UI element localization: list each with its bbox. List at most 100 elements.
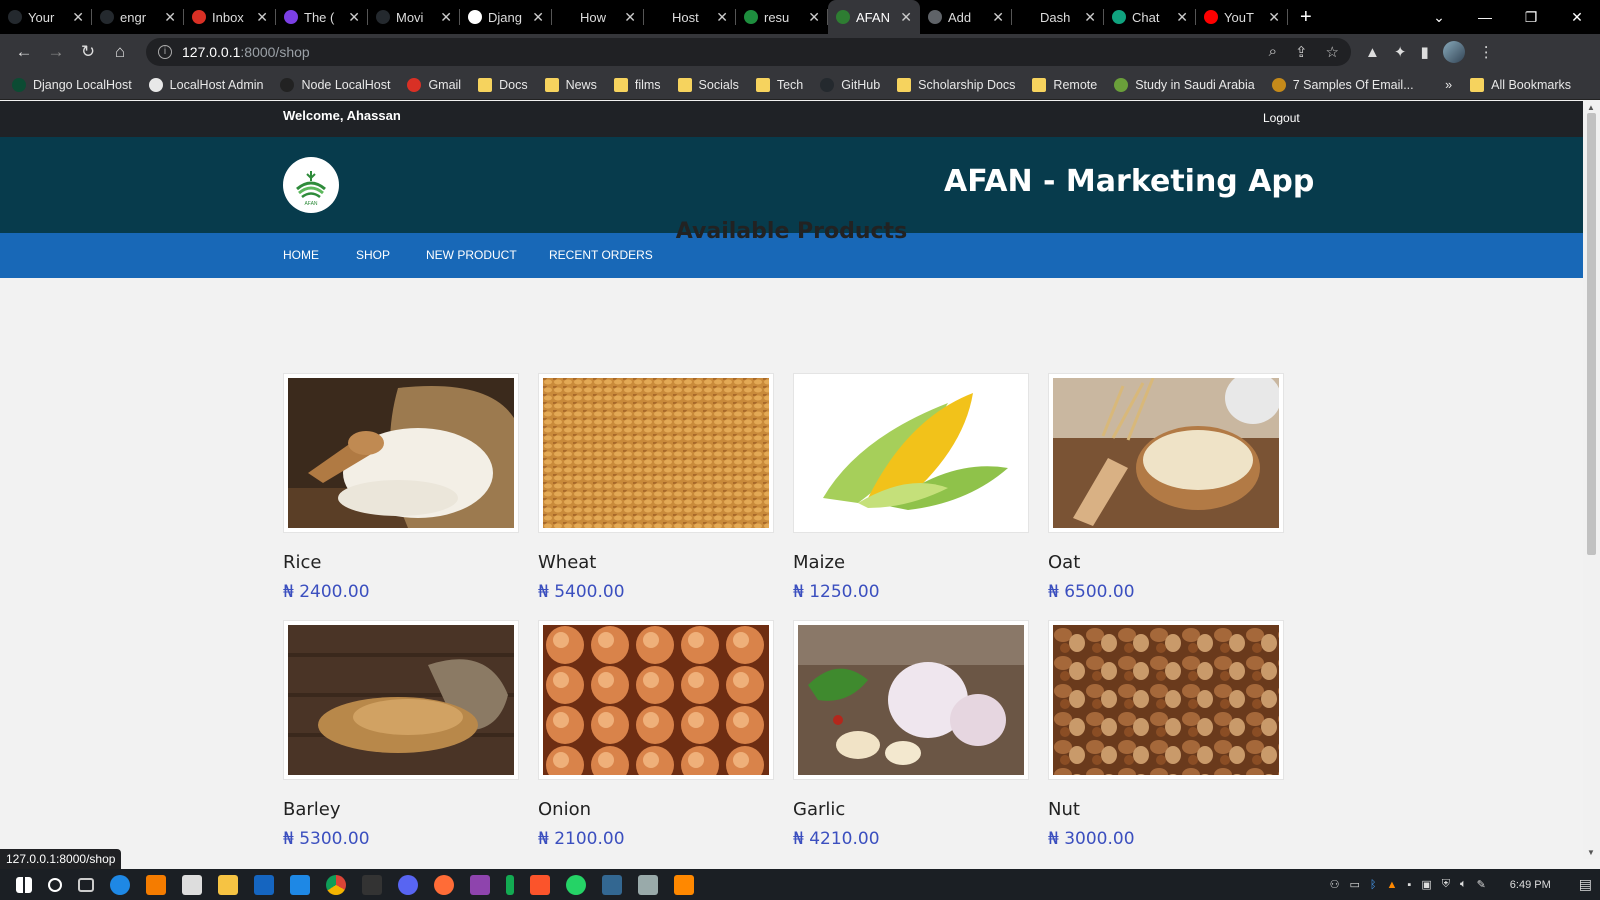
- edge-icon[interactable]: [110, 874, 130, 895]
- vlc-icon[interactable]: [674, 874, 694, 895]
- forward-icon[interactable]: →: [40, 42, 72, 62]
- browser-tab[interactable]: Add ✕: [920, 0, 1012, 34]
- afan-logo[interactable]: AFAN: [283, 157, 339, 213]
- product-card-barley[interactable]: Barley ₦ 5300.00: [283, 620, 519, 849]
- battery-icon[interactable]: ▭: [1350, 878, 1360, 891]
- bookmark-item[interactable]: GitHub: [820, 77, 880, 92]
- postman-icon[interactable]: [434, 874, 454, 895]
- product-image-maize[interactable]: [793, 373, 1029, 533]
- tab-close-icon[interactable]: ✕: [532, 9, 544, 26]
- bookmarks-overflow-icon[interactable]: »: [1445, 78, 1452, 92]
- whatsapp-icon[interactable]: [566, 874, 586, 895]
- product-image-wheat[interactable]: [538, 373, 774, 533]
- windows-start-icon[interactable]: [16, 876, 32, 893]
- close-window-icon[interactable]: ✕: [1554, 9, 1600, 26]
- restore-icon[interactable]: ❐: [1508, 9, 1554, 26]
- nav-shop[interactable]: SHOP: [356, 248, 390, 262]
- product-image-nut[interactable]: [1048, 620, 1284, 780]
- browser-tab[interactable]: Dash ✕: [1012, 0, 1104, 34]
- address-bar[interactable]: i 127.0.0.1:8000/shop ⌕ ⇪ ☆: [146, 38, 1351, 66]
- scroll-up-icon[interactable]: ▲: [1587, 103, 1595, 112]
- product-card-oat[interactable]: Oat ₦ 6500.00: [1048, 373, 1284, 602]
- volume-icon[interactable]: 🔈︎: [1460, 878, 1467, 891]
- bookmark-item[interactable]: Django LocalHost: [12, 77, 132, 92]
- menu-kebab-icon[interactable]: ⋮: [1479, 43, 1494, 61]
- zoom-icon[interactable]: ⌕: [1269, 43, 1277, 61]
- product-image-rice[interactable]: [283, 373, 519, 533]
- bookmark-item[interactable]: News: [544, 77, 597, 92]
- bookmark-item[interactable]: films: [613, 77, 661, 92]
- share-icon[interactable]: ⇪: [1295, 43, 1308, 61]
- clock[interactable]: 6:49 PM: [1510, 879, 1551, 891]
- product-card-nut[interactable]: Nut ₦ 3000.00: [1048, 620, 1284, 849]
- reload-icon[interactable]: ↻: [72, 42, 104, 62]
- logout-link[interactable]: Logout: [1263, 111, 1300, 125]
- product-name[interactable]: Maize: [793, 552, 1029, 573]
- product-name[interactable]: Nut: [1048, 799, 1284, 820]
- product-image-onion[interactable]: [538, 620, 774, 780]
- site-info-icon[interactable]: i: [158, 45, 172, 59]
- product-card-garlic[interactable]: Garlic ₦ 4210.00: [793, 620, 1029, 849]
- tab-close-icon[interactable]: ✕: [716, 9, 728, 26]
- product-name[interactable]: Barley: [283, 799, 519, 820]
- profile-avatar[interactable]: [1442, 41, 1465, 63]
- sublime-icon[interactable]: [146, 874, 166, 895]
- network-icon[interactable]: ▣: [1421, 878, 1431, 891]
- pen-icon[interactable]: ✎: [1477, 878, 1486, 891]
- vscode-icon[interactable]: [290, 874, 310, 895]
- browser-tab[interactable]: Host ✕: [644, 0, 736, 34]
- bookmark-item[interactable]: 7 Samples Of Email...: [1271, 77, 1414, 92]
- postgres-icon[interactable]: [602, 874, 622, 895]
- all-bookmarks[interactable]: All Bookmarks: [1470, 77, 1571, 92]
- bookmark-item[interactable]: Node LocalHost: [280, 77, 390, 92]
- search-icon[interactable]: [48, 877, 62, 892]
- mail-icon[interactable]: [254, 874, 274, 895]
- nav-new-product[interactable]: NEW PRODUCT: [426, 248, 517, 262]
- browser-tab[interactable]: Your ✕: [0, 0, 92, 34]
- nav-recent-orders[interactable]: RECENT ORDERS: [549, 248, 653, 262]
- tab-close-icon[interactable]: ✕: [348, 9, 360, 26]
- extensions-puzzle-icon[interactable]: ✦: [1394, 43, 1407, 61]
- browser-tab[interactable]: engr ✕: [92, 0, 184, 34]
- bookmark-item[interactable]: Docs: [478, 77, 528, 92]
- browser-tab[interactable]: How ✕: [552, 0, 644, 34]
- tab-close-icon[interactable]: ✕: [624, 9, 636, 26]
- notifications-icon[interactable]: ▤: [1579, 876, 1592, 893]
- mongodb-icon[interactable]: [506, 874, 514, 895]
- browser-tab[interactable]: Inbox ✕: [184, 0, 276, 34]
- product-card-onion[interactable]: Onion ₦ 2100.00: [538, 620, 774, 849]
- minimize-icon[interactable]: —: [1462, 9, 1508, 26]
- scroll-down-icon[interactable]: ▼: [1587, 848, 1595, 857]
- tab-close-icon[interactable]: ✕: [72, 9, 84, 26]
- back-icon[interactable]: ←: [8, 42, 40, 62]
- browser-tab[interactable]: Movi ✕: [368, 0, 460, 34]
- bookmark-item[interactable]: LocalHost Admin: [148, 77, 263, 92]
- product-name[interactable]: Oat: [1048, 552, 1284, 573]
- bookmark-item[interactable]: Remote: [1032, 77, 1097, 92]
- tab-close-icon[interactable]: ✕: [900, 9, 912, 26]
- task-view-icon[interactable]: [78, 877, 94, 892]
- sticky-notes-icon[interactable]: [362, 874, 382, 895]
- product-image-barley[interactable]: [283, 620, 519, 780]
- product-image-oat[interactable]: [1048, 373, 1284, 533]
- browser-tab[interactable]: YouT ✕: [1196, 0, 1288, 34]
- bluetooth-icon[interactable]: ᛒ: [1370, 879, 1377, 891]
- tab-close-icon[interactable]: ✕: [1176, 9, 1188, 26]
- app-tray-icon[interactable]: ▪: [1407, 879, 1411, 891]
- product-image-garlic[interactable]: [793, 620, 1029, 780]
- store-icon[interactable]: [182, 874, 202, 895]
- browser-tab[interactable]: resu ✕: [736, 0, 828, 34]
- browser-tab[interactable]: Chat ✕: [1104, 0, 1196, 34]
- browser-tab[interactable]: Djang ✕: [460, 0, 552, 34]
- scrollbar-thumb[interactable]: [1587, 113, 1596, 555]
- product-name[interactable]: Wheat: [538, 552, 774, 573]
- bookmark-item[interactable]: Study in Saudi Arabia: [1114, 77, 1255, 92]
- tab-close-icon[interactable]: ✕: [164, 9, 176, 26]
- bookmark-star-icon[interactable]: ☆: [1326, 43, 1339, 61]
- tab-close-icon[interactable]: ✕: [256, 9, 268, 26]
- photos-icon[interactable]: [638, 874, 658, 895]
- home-icon[interactable]: ⌂: [104, 42, 136, 62]
- bookmark-item[interactable]: Socials: [677, 77, 739, 92]
- tab-close-icon[interactable]: ✕: [808, 9, 820, 26]
- tab-close-icon[interactable]: ✕: [992, 9, 1004, 26]
